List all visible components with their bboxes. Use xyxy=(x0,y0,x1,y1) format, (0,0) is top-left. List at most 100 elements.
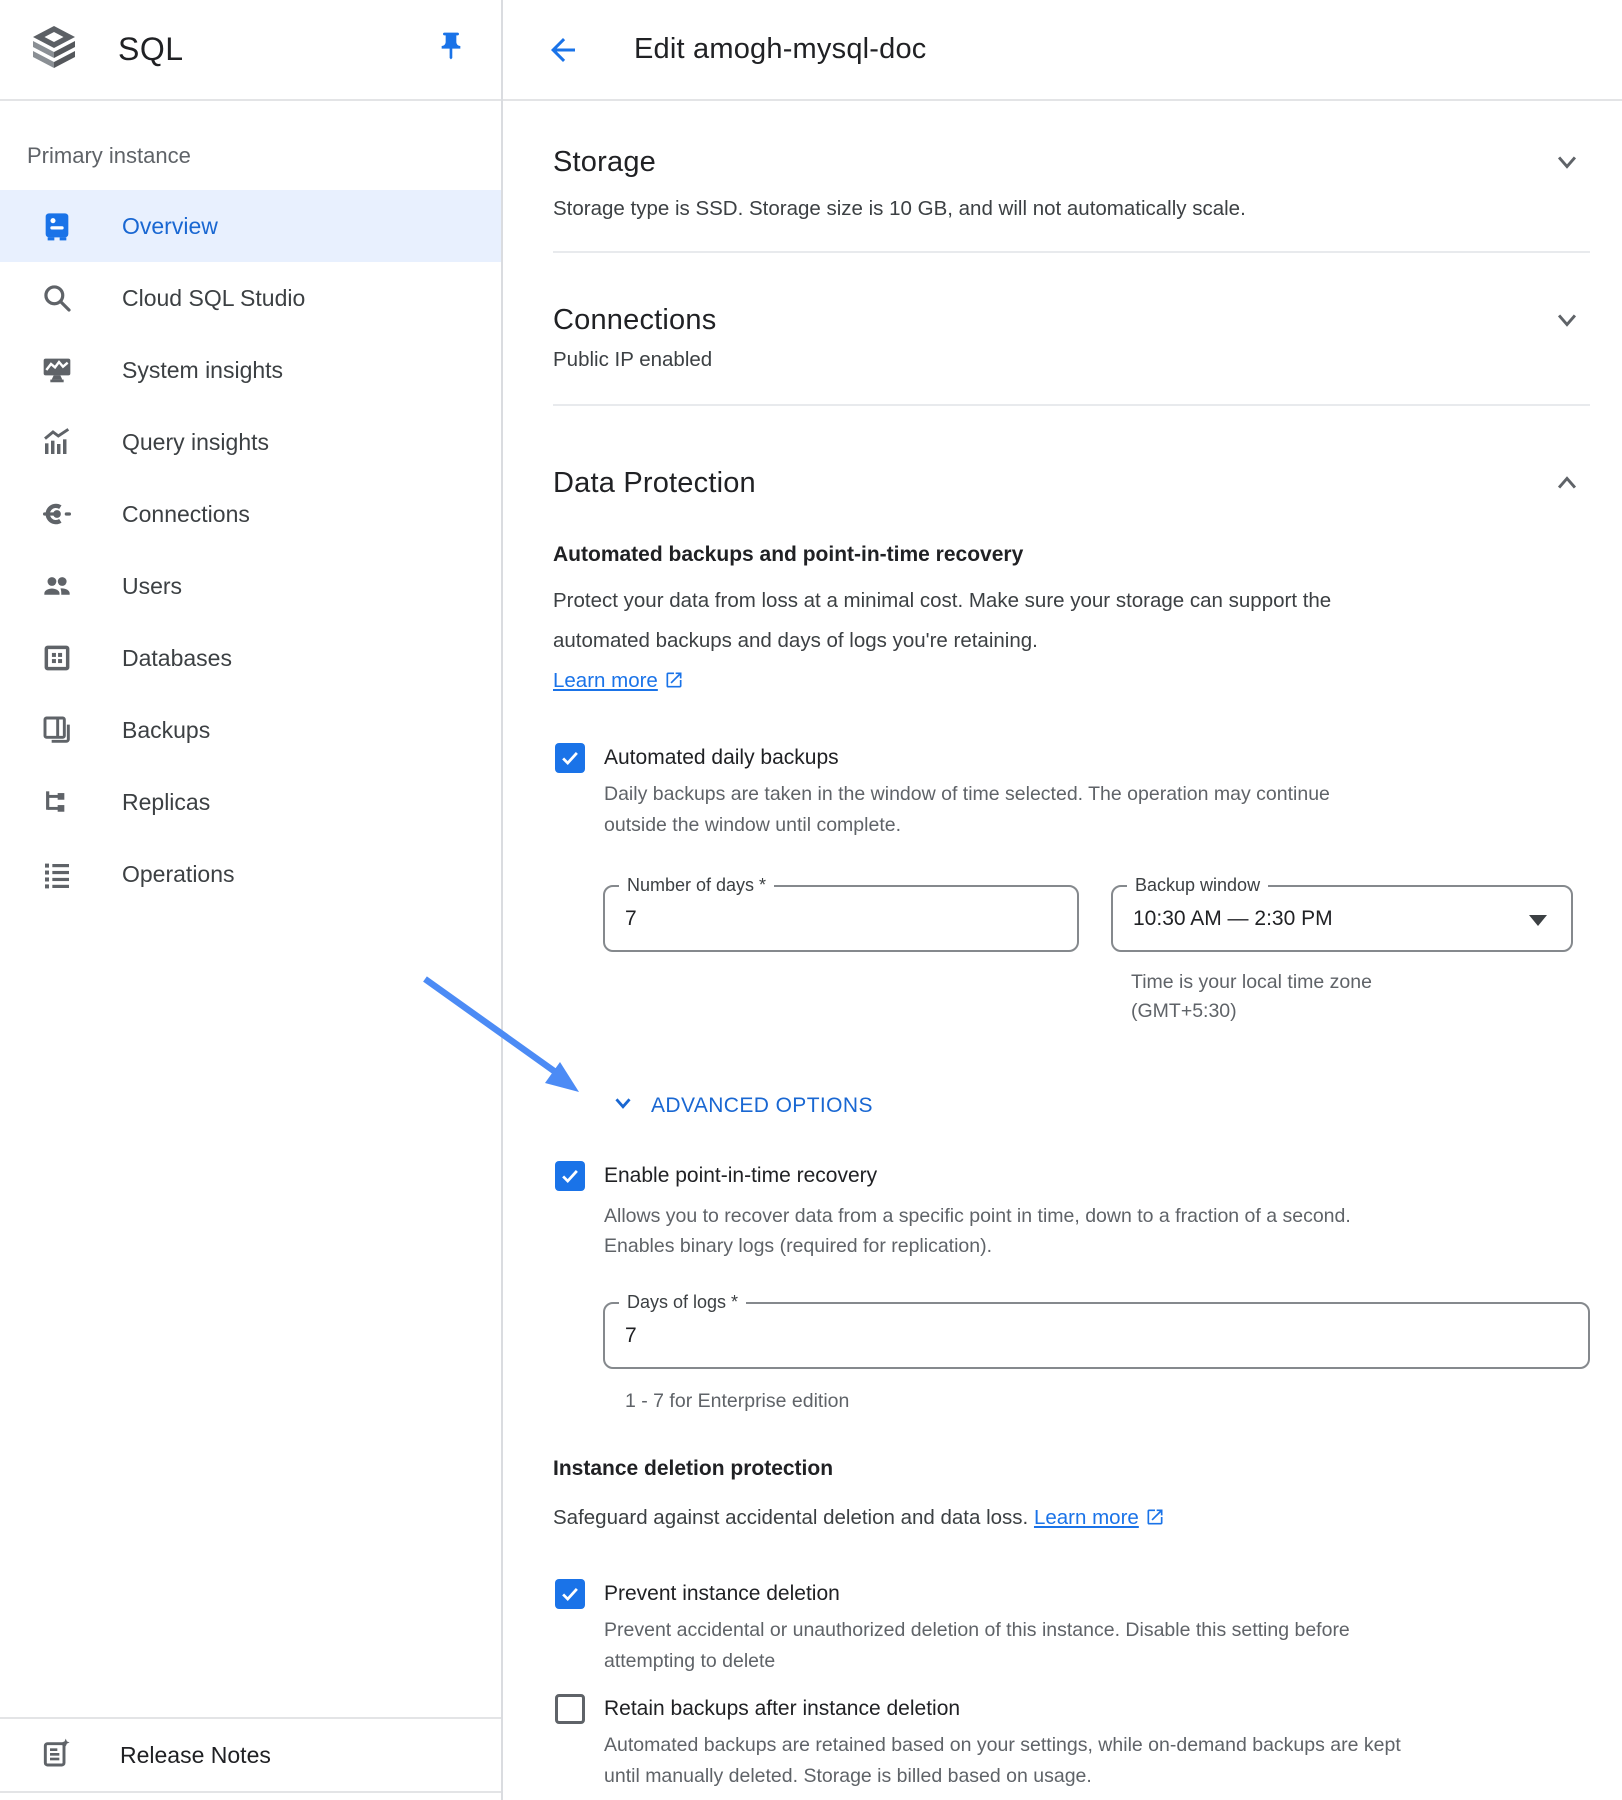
sidebar-item-label: Users xyxy=(122,573,182,600)
connections-section-header: Connections xyxy=(553,303,1590,337)
backup-window-value: 10:30 AM — 2:30 PM xyxy=(1133,907,1333,931)
checkbox-label[interactable]: Enable point-in-time recovery xyxy=(604,1164,877,1188)
prevent-deletion-row: Prevent instance deletion xyxy=(555,1579,1590,1609)
sidebar-item-label: Backups xyxy=(122,717,210,744)
sidebar-item-users[interactable]: Users xyxy=(0,550,501,622)
bar-chart-icon xyxy=(40,425,74,459)
chevron-up-icon[interactable] xyxy=(1550,466,1584,500)
automated-daily-backups-description: Daily backups are taken in the window of… xyxy=(604,779,1590,841)
backup-icon xyxy=(40,713,74,747)
sidebar-header: SQL xyxy=(0,0,501,101)
sidebar-item-label: Overview xyxy=(122,213,218,240)
sidebar-item-label: Cloud SQL Studio xyxy=(122,285,305,312)
connection-icon xyxy=(40,497,74,531)
sidebar-item-operations[interactable]: Operations xyxy=(0,838,501,910)
sidebar-item-query-insights[interactable]: Query insights xyxy=(0,406,501,478)
days-of-logs-helper: 1 - 7 for Enterprise edition xyxy=(625,1389,1590,1413)
divider xyxy=(553,404,1590,406)
pin-icon[interactable] xyxy=(435,30,467,62)
retain-backups-description: Automated backups are retained based on … xyxy=(604,1730,1590,1792)
people-icon xyxy=(40,569,74,603)
chevron-down-icon xyxy=(609,1089,637,1123)
backup-window-select[interactable]: Backup window 10:30 AM — 2:30 PM xyxy=(1111,885,1573,952)
sidebar-item-replicas[interactable]: Replicas xyxy=(0,766,501,838)
learn-more-link[interactable]: Learn more xyxy=(1034,1506,1139,1529)
number-of-days-label: Number of days * xyxy=(619,874,774,896)
backup-fields-row: Number of days * 7 Backup window 10:30 A… xyxy=(603,885,1590,1026)
edit-form: Storage Storage type is SSD. Storage siz… xyxy=(503,145,1622,1800)
retain-backups-checkbox[interactable] xyxy=(555,1694,585,1724)
backup-window-helper: Time is your local time zone (GMT+5:30) xyxy=(1111,968,1573,1026)
external-link-icon xyxy=(658,669,684,692)
storage-summary: Storage type is SSD. Storage size is 10 … xyxy=(553,196,1590,222)
storage-section-header: Storage xyxy=(553,145,1590,179)
sidebar-item-label: Connections xyxy=(122,501,250,528)
deletion-protection-intro: Safeguard against accidental deletion an… xyxy=(553,1505,1590,1531)
connections-title: Connections xyxy=(553,303,716,337)
app-window: SQL Primary instance xyxy=(0,0,1622,1800)
release-notes-label: Release Notes xyxy=(120,1742,271,1769)
sidebar-item-label: Query insights xyxy=(122,429,269,456)
sidebar-item-overview[interactable]: Overview xyxy=(0,190,501,262)
page-header: Edit amogh-mysql-doc xyxy=(503,0,1622,101)
connections-summary: Public IP enabled xyxy=(553,347,1590,373)
prevent-deletion-description: Prevent accidental or unauthorized delet… xyxy=(604,1615,1590,1677)
checkbox-label[interactable]: Prevent instance deletion xyxy=(604,1582,840,1606)
sidebar-item-cloud-sql-studio[interactable]: Cloud SQL Studio xyxy=(0,262,501,334)
chevron-down-icon[interactable] xyxy=(1550,303,1584,337)
backup-window-label: Backup window xyxy=(1127,874,1268,896)
page-title: Edit amogh-mysql-doc xyxy=(634,33,927,66)
backups-intro-text: Protect your data from loss at a minimal… xyxy=(553,581,1590,701)
learn-more-link[interactable]: Learn more xyxy=(553,669,658,692)
sidebar-item-release-notes[interactable]: Release Notes xyxy=(0,1717,501,1793)
operations-list-icon xyxy=(40,857,74,891)
number-of-days-column: Number of days * 7 xyxy=(603,885,1079,1026)
sidebar-nav: Overview Cloud SQL Studio xyxy=(0,190,501,910)
external-link-icon xyxy=(1139,1506,1165,1529)
advanced-options-label: ADVANCED OPTIONS xyxy=(651,1094,873,1118)
sidebar-item-label: Replicas xyxy=(122,789,210,816)
pitr-description: Allows you to recover data from a specif… xyxy=(604,1201,1590,1261)
dropdown-caret-icon xyxy=(1529,915,1547,926)
divider xyxy=(553,251,1590,253)
back-arrow-icon[interactable] xyxy=(545,32,581,68)
days-of-logs-value: 7 xyxy=(625,1324,637,1348)
backups-subheading: Automated backups and point-in-time reco… xyxy=(553,543,1590,567)
chevron-down-icon[interactable] xyxy=(1550,145,1584,179)
main-panel: Edit amogh-mysql-doc Storage Storage typ… xyxy=(503,0,1622,1800)
backups-intro-lines: Protect your data from loss at a minimal… xyxy=(553,589,1331,652)
sidebar-item-label: System insights xyxy=(122,357,283,384)
number-of-days-input[interactable]: Number of days * 7 xyxy=(603,885,1079,952)
sidebar-section-label: Primary instance xyxy=(27,143,501,169)
sidebar: SQL Primary instance xyxy=(0,0,503,1800)
advanced-options-toggle[interactable]: ADVANCED OPTIONS xyxy=(609,1089,1590,1123)
days-of-logs-label: Days of logs * xyxy=(619,1291,746,1313)
number-of-days-value: 7 xyxy=(625,907,637,931)
sidebar-item-databases[interactable]: Databases xyxy=(0,622,501,694)
sidebar-item-connections[interactable]: Connections xyxy=(0,478,501,550)
automated-daily-backups-checkbox[interactable] xyxy=(555,743,585,773)
checkbox-label[interactable]: Automated daily backups xyxy=(604,746,839,770)
days-of-logs-input[interactable]: Days of logs * 7 xyxy=(603,1302,1590,1369)
sidebar-item-label: Databases xyxy=(122,645,232,672)
pitr-row: Enable point-in-time recovery xyxy=(555,1161,1590,1191)
replica-tree-icon xyxy=(40,785,74,819)
product-name: SQL xyxy=(118,31,184,68)
cloud-sql-logo-icon xyxy=(30,23,78,76)
checkbox-label[interactable]: Retain backups after instance deletion xyxy=(604,1697,960,1721)
search-icon xyxy=(40,281,74,315)
database-grid-icon xyxy=(40,641,74,675)
pitr-checkbox[interactable] xyxy=(555,1161,585,1191)
sidebar-item-label: Operations xyxy=(122,861,235,888)
data-protection-title: Data Protection xyxy=(553,466,756,500)
prevent-deletion-checkbox[interactable] xyxy=(555,1579,585,1609)
deletion-intro-text: Safeguard against accidental deletion an… xyxy=(553,1506,1028,1529)
release-notes-icon xyxy=(40,1737,72,1774)
sidebar-item-system-insights[interactable]: System insights xyxy=(0,334,501,406)
storage-title: Storage xyxy=(553,145,656,179)
backup-window-column: Backup window 10:30 AM — 2:30 PM Time is… xyxy=(1111,885,1573,1026)
automated-daily-backups-row: Automated daily backups xyxy=(555,743,1590,773)
sidebar-item-backups[interactable]: Backups xyxy=(0,694,501,766)
retain-backups-row: Retain backups after instance deletion xyxy=(555,1694,1590,1724)
monitor-chart-icon xyxy=(40,353,74,387)
